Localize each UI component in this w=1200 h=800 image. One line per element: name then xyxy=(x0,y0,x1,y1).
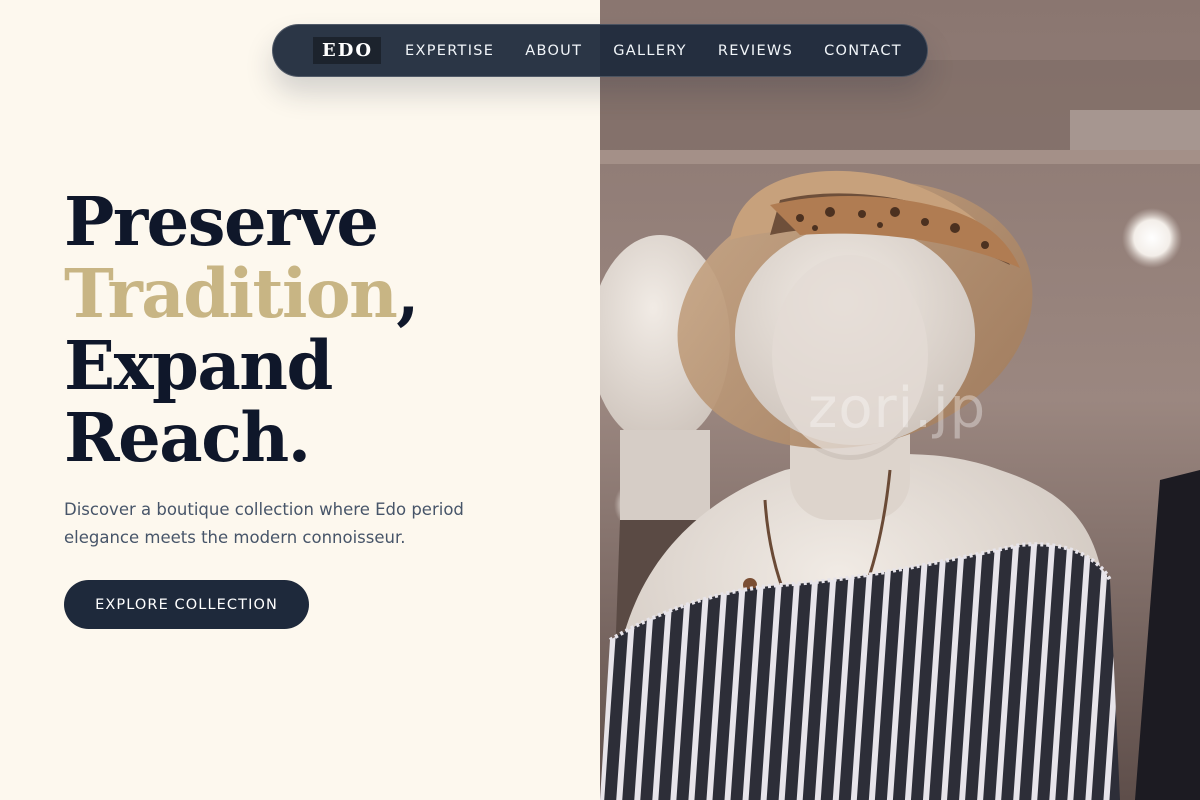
hero-subtitle: Discover a boutique collection where Edo… xyxy=(64,500,464,547)
nav-item-contact[interactable]: CONTACT xyxy=(824,43,902,59)
nav-item-reviews[interactable]: REVIEWS xyxy=(718,43,793,59)
watermark: zori.jp xyxy=(808,376,987,441)
brand-logo[interactable]: EDO xyxy=(313,37,382,64)
headline-line-4: Reach. xyxy=(64,398,311,477)
headline-line-3: Expand xyxy=(64,326,333,405)
headline-comma: , xyxy=(396,254,419,333)
explore-collection-button[interactable]: EXPLORE COLLECTION xyxy=(64,580,309,629)
nav-item-about[interactable]: ABOUT xyxy=(525,43,582,59)
headline-line-1: Preserve xyxy=(64,182,379,261)
headline-accent-word: Tradition xyxy=(64,254,398,333)
nav-item-gallery[interactable]: GALLERY xyxy=(613,43,687,59)
hero-headline: Preserve Tradition, Expand Reach. xyxy=(64,186,420,477)
nav-item-expertise[interactable]: EXPERTISE xyxy=(405,43,494,59)
hero-image: zori.jp xyxy=(600,0,1200,800)
hero-left-panel: Preserve Tradition, Expand Reach. Discov… xyxy=(0,0,600,800)
top-navigation: EDO EXPERTISE ABOUT GALLERY REVIEWS CONT… xyxy=(272,24,928,77)
